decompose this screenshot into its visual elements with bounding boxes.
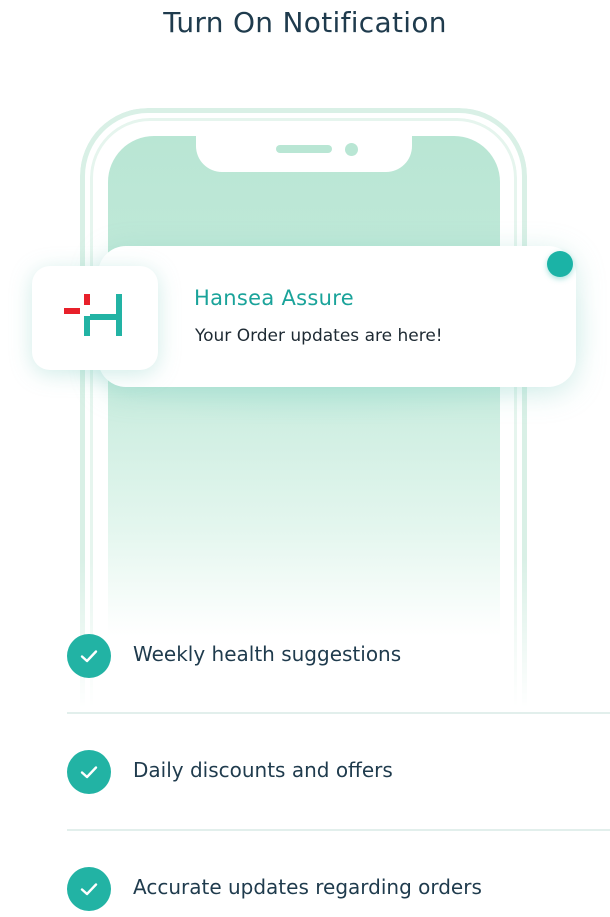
notification-unread-dot <box>547 251 573 277</box>
notification-card <box>98 246 576 387</box>
phone-camera-icon <box>345 143 358 156</box>
list-item: Daily discounts and offers <box>67 742 610 802</box>
check-icon <box>67 867 111 911</box>
notification-app-name: Hansea Assure <box>194 286 354 310</box>
hansea-logo-icon <box>64 294 122 336</box>
divider <box>67 712 610 714</box>
divider <box>67 829 610 831</box>
check-icon <box>67 634 111 678</box>
phone-speaker <box>276 145 332 153</box>
benefit-label: Weekly health suggestions <box>133 642 402 666</box>
list-item: Accurate updates regarding orders <box>67 859 610 917</box>
page-title: Turn On Notification <box>163 6 447 39</box>
check-icon <box>67 750 111 794</box>
notification-message: Your Order updates are here! <box>195 326 443 346</box>
list-item: Weekly health suggestions <box>67 626 610 686</box>
benefit-label: Accurate updates regarding orders <box>133 875 482 899</box>
benefit-label: Daily discounts and offers <box>133 758 393 782</box>
